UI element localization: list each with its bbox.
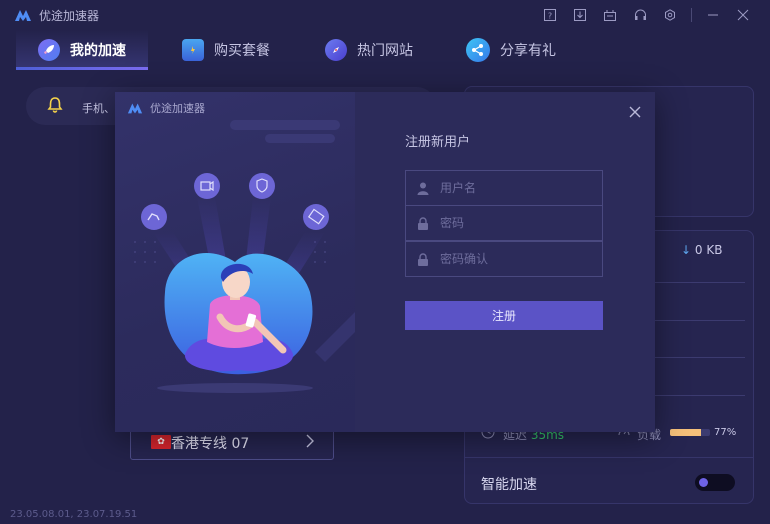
password-field[interactable] bbox=[405, 205, 603, 241]
register-form-panel: 注册新用户 注册 bbox=[355, 92, 655, 432]
arrow-down-icon: ↓ bbox=[681, 243, 692, 257]
tab-share-reward[interactable]: 分享有礼 bbox=[466, 30, 556, 70]
active-tab-underline bbox=[16, 67, 148, 70]
user-icon bbox=[416, 181, 430, 195]
person-phone-illustration bbox=[134, 120, 355, 393]
share-icon bbox=[466, 38, 490, 62]
hong-kong-flag-icon: ✿ bbox=[151, 435, 171, 449]
server-name: 香港专线 07 bbox=[171, 436, 250, 452]
headset-icon[interactable] bbox=[625, 6, 655, 24]
confirm-password-field[interactable] bbox=[405, 241, 603, 277]
stats-divider bbox=[655, 282, 745, 283]
stats-divider bbox=[655, 357, 745, 358]
toggle-knob bbox=[699, 478, 708, 487]
load-bar-fill bbox=[670, 429, 701, 436]
compass-icon bbox=[325, 39, 347, 61]
tab-label: 热门网站 bbox=[357, 43, 413, 59]
load-percent: 77% bbox=[714, 427, 737, 438]
load-bar bbox=[670, 429, 710, 436]
password-input[interactable] bbox=[440, 216, 602, 230]
lock-icon bbox=[416, 252, 430, 266]
dialog-title: 注册新用户 bbox=[405, 135, 471, 150]
download-speed: ↓ 0 KB bbox=[681, 243, 723, 257]
version-text: 23.05.08.01, 23.07.19.51 bbox=[10, 509, 138, 520]
chevron-right-icon bbox=[306, 434, 314, 448]
username-field[interactable] bbox=[405, 170, 603, 206]
stats-divider bbox=[655, 395, 745, 396]
confirm-password-input[interactable] bbox=[440, 252, 602, 266]
card-divider bbox=[465, 457, 753, 458]
stats-divider bbox=[655, 320, 745, 321]
settings-icon[interactable] bbox=[655, 6, 685, 24]
tab-label: 我的加速 bbox=[70, 43, 126, 59]
dialog-logo-icon bbox=[127, 103, 143, 114]
smart-accel-label: 智能加速 bbox=[481, 477, 537, 493]
dialog-illustration-panel: 优途加速器 bbox=[115, 92, 355, 432]
username-input[interactable] bbox=[440, 181, 602, 195]
download-icon[interactable] bbox=[565, 6, 595, 24]
bell-icon bbox=[47, 97, 63, 113]
main-nav: 我的加速 购买套餐 热门网站 分享有礼 bbox=[0, 30, 770, 70]
register-dialog: 优途加速器 注册新用户 注册 bbox=[115, 92, 655, 432]
svg-text:?: ? bbox=[548, 12, 552, 21]
tab-label: 分享有礼 bbox=[500, 43, 556, 59]
tab-hot-sites[interactable]: 热门网站 bbox=[325, 30, 413, 70]
tab-buy-plan[interactable]: 购买套餐 bbox=[182, 30, 270, 70]
dialog-close-icon[interactable] bbox=[627, 104, 643, 120]
minimize-icon[interactable] bbox=[698, 6, 728, 24]
title-divider bbox=[691, 8, 692, 22]
tab-my-acceleration[interactable]: 我的加速 bbox=[38, 30, 126, 70]
window-controls: ? bbox=[535, 6, 758, 24]
app-title: 优途加速器 bbox=[39, 9, 100, 23]
tab-label: 购买套餐 bbox=[214, 43, 270, 59]
gift-box-icon[interactable] bbox=[595, 6, 625, 24]
close-icon[interactable] bbox=[728, 6, 758, 24]
smart-accel-toggle[interactable] bbox=[695, 474, 735, 491]
register-button[interactable]: 注册 bbox=[405, 301, 603, 330]
rocket-icon bbox=[38, 39, 60, 61]
dialog-app-name: 优途加速器 bbox=[150, 102, 205, 115]
shopping-bag-icon bbox=[182, 39, 204, 61]
app-logo-icon bbox=[15, 10, 31, 21]
lock-icon bbox=[416, 216, 430, 230]
title-bar: 优途加速器 ? bbox=[0, 0, 770, 30]
notice-text: 手机、 bbox=[82, 102, 115, 115]
help-icon[interactable]: ? bbox=[535, 6, 565, 24]
